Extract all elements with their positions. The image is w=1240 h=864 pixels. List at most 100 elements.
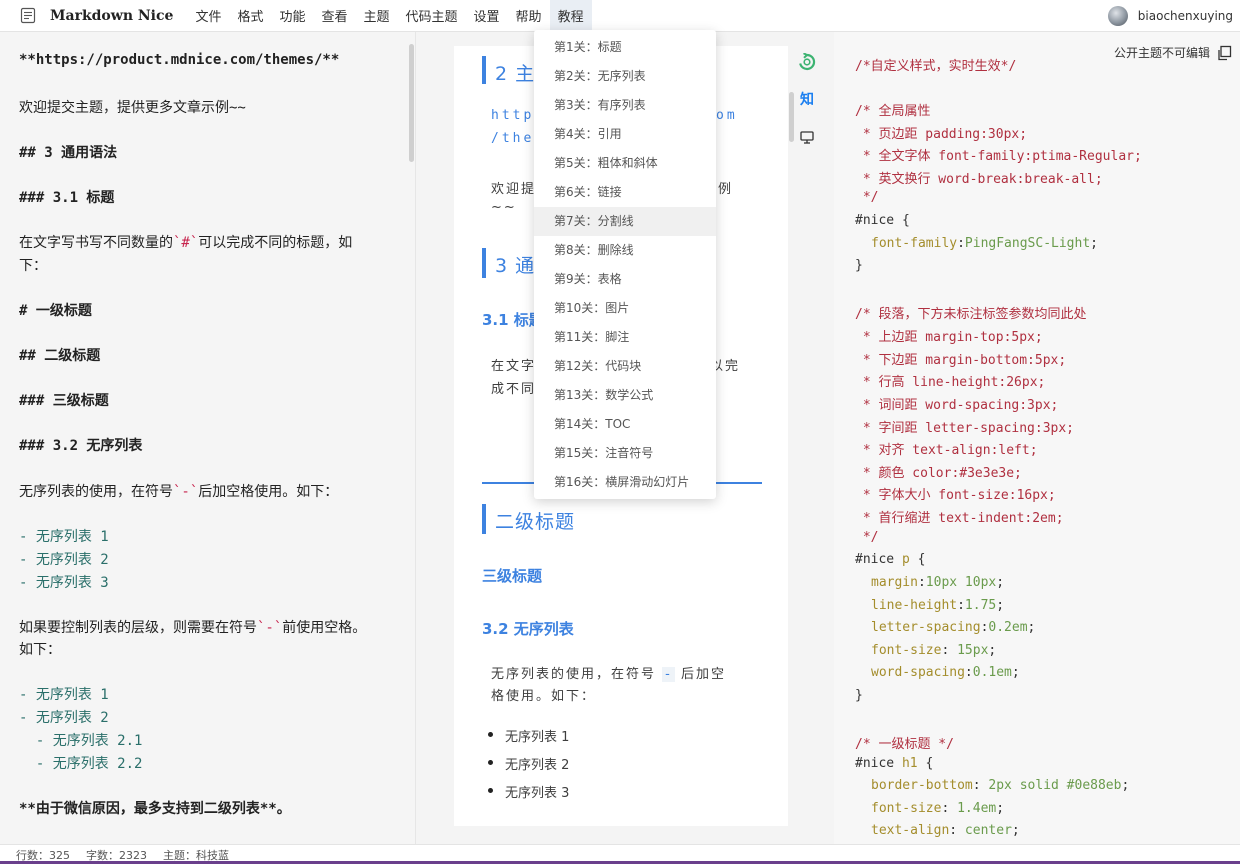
heading-bar [482,504,486,534]
monitor-icon[interactable] [796,126,818,148]
css-property: line-height [871,598,958,613]
css-line: word-spacing:0.1em; [871,665,1020,680]
css-line: letter-spacing:0.2em; [871,620,1036,635]
preview-text: 例 [718,182,734,197]
tutorial-item[interactable]: 第7关：分割线 [534,207,716,236]
menu-settings[interactable]: 设置 [466,0,508,32]
menu-function[interactable]: 功能 [271,0,313,32]
menu-file[interactable]: 文件 [187,0,229,32]
editor-line: - 无序列表 1 [19,687,109,703]
tutorial-item[interactable]: 第1关：标题 [534,33,716,62]
tutorial-item[interactable]: 第10关：图片 [534,294,716,323]
copy-icon[interactable] [1216,45,1232,61]
css-value: 15px [949,643,989,658]
css-line: font-size: 15px; [871,643,997,658]
tutorial-dropdown: 第1关：标题 第2关：无序列表 第3关：有序列表 第4关：引用 第5关：粗体和斜… [534,30,716,499]
tutorial-item[interactable]: 第2关：无序列表 [534,62,716,91]
zhihu-icon[interactable]: 知 [796,88,818,110]
preview-scrollbar[interactable] [789,92,794,142]
tutorial-item[interactable]: 第11关：脚注 [534,323,716,352]
tutorial-item[interactable]: 第16关：横屏滑动幻灯片 [534,468,716,497]
tutorial-item[interactable]: 第15关：注音符号 [534,439,716,468]
css-selector-tag: h1 [901,756,918,771]
css-line: * 字体大小 font-size:16px; [855,488,1056,503]
tutorial-item[interactable]: 第14关：TOC [534,410,716,439]
avatar[interactable] [1107,6,1128,26]
css-line: line-height:1.75; [871,598,1005,613]
menu-view[interactable]: 查看 [313,0,355,32]
css-line: * 页边距 padding:30px; [855,127,1028,142]
editor-line: 下： [19,258,47,274]
editor-line: - 无序列表 1 [19,529,109,545]
css-line: #nice p { [855,552,925,567]
tutorial-item[interactable]: 第13关：数学公式 [534,381,716,410]
tutorial-item[interactable]: 第8关：删除线 [534,236,716,265]
menu-format[interactable]: 格式 [229,0,271,32]
preview-list-item: 无序列表 1 [505,730,570,745]
menu-help[interactable]: 帮助 [508,0,550,32]
css-line: } [855,688,863,703]
preview-text: ~~ [491,200,517,215]
username[interactable]: biaochenxuying [1138,9,1233,23]
editor-scrollbar[interactable] [409,44,414,162]
tutorial-item[interactable]: 第4关：引用 [534,120,716,149]
user-info[interactable]: biaochenxuying [1107,0,1233,32]
css-selector-tag: p [901,552,910,567]
css-property: font-family [871,236,958,251]
css-line: /* 全局属性 [855,104,931,119]
editor-text: 如果要控制列表的层级，则需要在符号 [19,620,257,636]
heading-bar [482,56,486,84]
preview-link[interactable]: om [716,108,738,123]
menu-code-theme[interactable]: 代码主题 [398,0,466,32]
css-line: #nice h1 { [855,756,933,771]
editor-text: 在文字写书写不同数量的 [19,235,173,251]
css-property: text-align [871,823,950,838]
css-value: 1.75 [964,598,997,613]
editor-inline-code: `-` [257,620,283,636]
css-line: margin:10px 10px; [871,575,1005,590]
css-line: */ [855,530,879,545]
tutorial-item[interactable]: 第9关：表格 [534,265,716,294]
menu-tutorial[interactable]: 教程 [549,0,592,32]
editor-line: - 无序列表 3 [19,575,109,591]
preview-text-part: 后加空 [681,667,727,682]
preview-text: 格使用。如下： [491,689,597,704]
css-property: font-size [871,643,942,658]
css-property: margin [871,575,918,590]
menu-theme[interactable]: 主题 [356,0,398,32]
tutorial-item[interactable]: 第3关：有序列表 [534,91,716,120]
zhihu-label: 知 [800,92,814,108]
css-value: PingFangSC-Light [964,236,1091,251]
css-line: /*自定义样式，实时生效*/ [855,59,1017,74]
tutorial-item[interactable]: 第12关：代码块 [534,352,716,381]
preview-heading: 2 主 [495,63,536,85]
css-value: 10px 10px [925,575,997,590]
editor-inline-code: `-` [173,484,199,500]
preview-text: 无序列表的使用，在符号 - 后加空 [491,663,726,682]
editor-text: 后加空格使用。如下： [198,484,339,500]
css-line: * 字间距 letter-spacing:3px; [855,421,1075,436]
css-line: * 首行缩进 text-indent:2em; [855,511,1064,526]
css-editor[interactable]: 公开主题不可编辑 /*自定义样式，实时生效*/ /* 全局属性 * 页边距 pa… [834,32,1240,844]
public-theme-label: 公开主题不可编辑 [1113,46,1210,60]
css-line: * 对齐 text-align:left; [855,443,1038,458]
preview-text-part: 无序列表的使用，在符号 [491,667,657,682]
editor-line: - 无序列表 2 [19,552,109,568]
css-line: * 下边距 margin-bottom:5px; [855,353,1067,368]
css-selector: #nice [855,552,902,567]
heading-bar [482,248,486,278]
css-line: /* 段落，下方未标注标签参数均同此处 [855,307,1087,322]
tutorial-item[interactable]: 第5关：粗体和斜体 [534,149,716,178]
markdown-editor[interactable]: **https://product.mdnice.com/themes/** 欢… [0,32,416,844]
editor-line: 在文字写书写不同数量的`#`可以完成不同的标题，如 [19,232,352,252]
bullet-dot [488,788,493,793]
css-value: 1.4em [949,801,997,816]
editor-line: - 无序列表 2.1 [19,733,143,749]
css-property: word-spacing [871,665,965,680]
css-line: border-bottom: 2px solid #0e88eb; [871,778,1130,793]
css-line: font-size: 1.4em; [871,801,1005,816]
wechat-copy-icon[interactable] [796,51,818,73]
editor-line: ### 三级标题 [19,393,109,409]
tutorial-item[interactable]: 第6关：链接 [534,178,716,207]
css-line: /* 一级标题 */ [855,737,954,752]
